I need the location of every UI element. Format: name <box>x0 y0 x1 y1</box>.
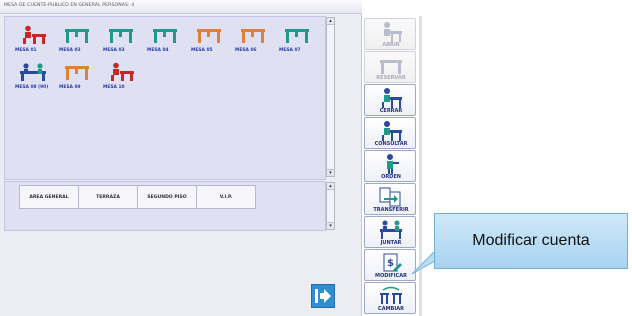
table-tile[interactable]: MESA 02 <box>59 23 95 59</box>
table-tile[interactable]: MESA 10 <box>103 60 139 96</box>
modificar-button[interactable]: $ MODIFICAR <box>364 249 416 281</box>
orden-button[interactable]: ORDEN <box>364 150 416 182</box>
window-title: MESA DE CUENTE-PUBLICO EN GENERAL PERSON… <box>4 3 135 8</box>
juntar-button[interactable]: JUNTAR <box>364 216 416 248</box>
section-tab[interactable]: V.I.P. <box>196 185 256 209</box>
cambiar-button[interactable]: CAMBIAR <box>364 282 416 314</box>
table-tile[interactable]: MESA 07 <box>279 23 315 59</box>
table-label: MESA 07 <box>279 48 301 53</box>
table-label: MESA 08 (90) <box>15 85 49 90</box>
action-label: ABRIR <box>382 42 400 48</box>
table-label: MESA 09 <box>59 85 81 90</box>
transfer-icon <box>365 185 417 209</box>
free-table-icon <box>147 23 183 47</box>
sections-scrollbar[interactable]: ▴ ▾ <box>326 182 335 230</box>
table-tile[interactable]: MESA 09 <box>59 60 95 96</box>
table-tile[interactable]: MESA 04 <box>147 23 183 59</box>
scroll-up-icon[interactable]: ▴ <box>327 18 334 25</box>
cerrar-button[interactable]: CERRAR <box>364 84 416 116</box>
table-tile[interactable]: MESA 06 <box>235 23 271 59</box>
action-label: ORDEN <box>381 174 401 180</box>
callout-text: Modificar cuenta <box>472 232 590 249</box>
table-tile[interactable]: MESA 05 <box>191 23 227 59</box>
empty-panel <box>4 232 354 314</box>
exit-button[interactable] <box>311 284 335 308</box>
reserved-table-icon <box>191 23 227 47</box>
order-icon <box>365 152 417 176</box>
open-table-icon <box>365 20 417 44</box>
consult-table-icon <box>365 119 417 143</box>
join-tables-icon <box>365 218 417 242</box>
scroll-down-icon[interactable]: ▾ <box>327 222 334 229</box>
section-tab[interactable]: AREA GENERAL <box>19 185 79 209</box>
table-tile[interactable]: MESA 01 <box>15 23 51 59</box>
reservar-button[interactable]: RESERVAR <box>364 51 416 83</box>
table-label: MESA 06 <box>235 48 257 53</box>
free-table-icon <box>59 23 95 47</box>
reserved-table-icon <box>235 23 271 47</box>
modify-bill-icon: $ <box>365 251 417 275</box>
action-label: CONSULTAR <box>374 141 408 147</box>
section-tab[interactable]: SEGUNDO PISO <box>137 185 197 209</box>
reserve-table-icon <box>365 53 417 77</box>
action-label: JUNTAR <box>380 240 402 246</box>
free-table-icon <box>103 23 139 47</box>
joined-table-icon <box>15 60 51 84</box>
action-label: TRANSFERIR <box>373 207 409 213</box>
section-tab[interactable]: TERRAZA <box>78 185 138 209</box>
abrir-button[interactable]: ABRIR <box>364 18 416 50</box>
table-label: MESA 01 <box>15 48 37 53</box>
consultar-button[interactable]: CONSULTAR <box>364 117 416 149</box>
actions-column: ABRIR RESERVAR CERRAR CONSULTAR ORDEN TRANSFE… <box>362 16 420 316</box>
scroll-down-icon[interactable]: ▾ <box>327 169 334 176</box>
screen: MESA DE CUENTE-PUBLICO EN GENERAL PERSON… <box>0 0 632 316</box>
table-tile[interactable]: MESA 03 <box>103 23 139 59</box>
close-table-icon <box>365 86 417 110</box>
table-label: MESA 03 <box>103 48 125 53</box>
action-label: RESERVAR <box>376 75 406 81</box>
table-tile[interactable]: MESA 08 (90) <box>15 60 51 96</box>
table-label: MESA 05 <box>191 48 213 53</box>
table-label: MESA 04 <box>147 48 169 53</box>
sections-bar: AREA GENERAL TERRAZA SEGUNDO PISO V.I.P. <box>4 181 326 231</box>
callout-tooltip: Modificar cuenta <box>434 213 628 269</box>
occupied-table-icon <box>103 60 139 84</box>
action-label: CERRAR <box>379 108 403 114</box>
table-label: MESA 10 <box>103 85 125 90</box>
table-label: MESA 02 <box>59 48 81 53</box>
svg-text:$: $ <box>387 258 394 269</box>
transferir-button[interactable]: TRANSFERIR <box>364 183 416 215</box>
tables-grid: MESA 01 MESA 02 MESA 03 MESA 04 MESA 05 <box>4 16 326 180</box>
tables-window: MESA DE CUENTE-PUBLICO EN GENERAL PERSON… <box>0 0 362 316</box>
action-label: CAMBIAR <box>378 306 404 312</box>
scroll-up-icon[interactable]: ▴ <box>327 183 334 190</box>
change-table-icon <box>365 284 417 308</box>
window-titlebar: MESA DE CUENTE-PUBLICO EN GENERAL PERSON… <box>0 0 362 14</box>
free-table-icon <box>279 23 315 47</box>
reserved-table-icon <box>59 60 95 84</box>
occupied-table-icon <box>15 23 51 47</box>
action-label: MODIFICAR <box>375 273 407 279</box>
exit-arrow-icon <box>315 289 331 303</box>
tables-scrollbar[interactable]: ▴ ▾ <box>326 17 335 177</box>
